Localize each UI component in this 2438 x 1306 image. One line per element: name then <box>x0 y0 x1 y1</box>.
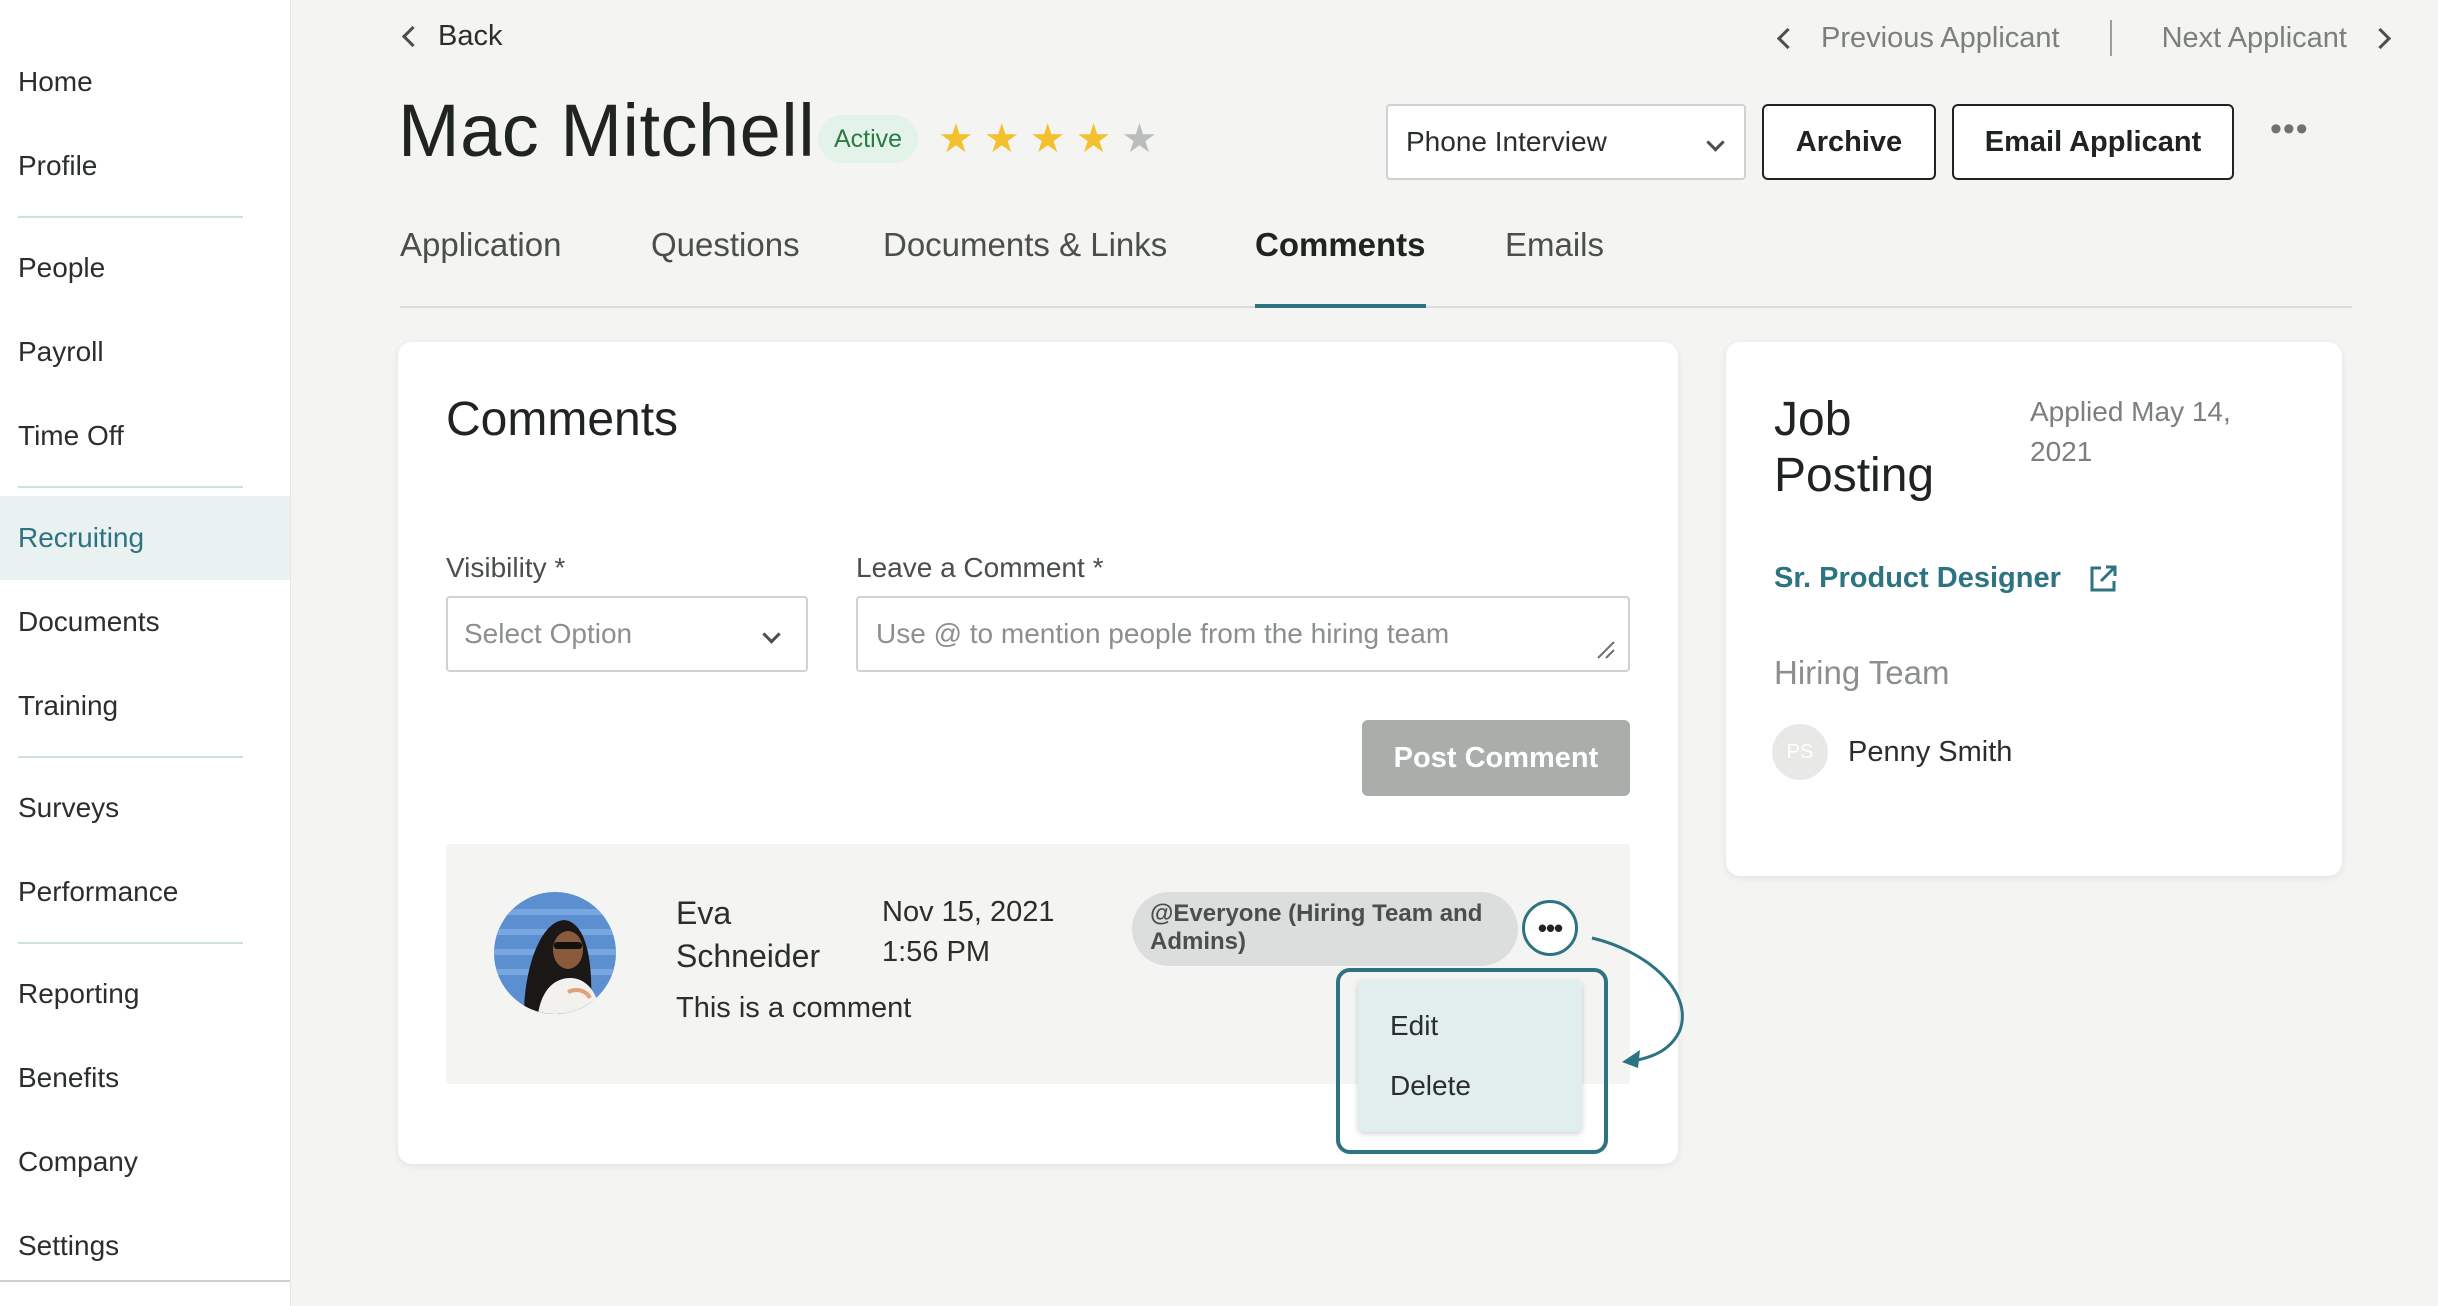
sidebar-item-label: Time Off <box>18 420 124 451</box>
star-icon[interactable]: ★ <box>938 117 974 161</box>
archive-button[interactable]: Archive <box>1762 104 1936 180</box>
sidebar-item-time-off[interactable]: Time Off <box>0 394 290 478</box>
star-icon[interactable]: ★ <box>1076 117 1112 161</box>
sidebar-item-surveys[interactable]: Surveys <box>0 766 290 850</box>
job-posting-title: Job Posting <box>1774 393 1935 502</box>
back-label: Back <box>438 20 503 52</box>
callout-arrow-icon <box>1591 936 1684 1068</box>
more-options-icon[interactable]: ••• <box>2270 110 2309 149</box>
visibility-select-placeholder: Select Option <box>464 618 633 649</box>
sidebar-item-documents[interactable]: Documents <box>0 580 290 664</box>
tab-application[interactable]: Application <box>400 226 561 306</box>
sidebar-item-label: Company <box>18 1146 138 1177</box>
job-posting-link[interactable]: Sr. Product Designer <box>1774 562 2119 595</box>
visibility-select[interactable]: Select Option <box>446 596 808 672</box>
sidebar-item-people[interactable]: People <box>0 226 290 310</box>
menu-item-edit[interactable]: Edit <box>1390 1010 1438 1042</box>
applicant-navigation: Previous Applicant Next Applicant <box>1776 20 2392 56</box>
sidebar-item-benefits[interactable]: Benefits <box>0 1036 290 1120</box>
sidebar-item-performance[interactable]: Performance <box>0 850 290 934</box>
post-comment-button[interactable]: Post Comment <box>1362 720 1630 796</box>
comment-time: 1:56 PM <box>882 936 990 968</box>
sidebar-item-label: Payroll <box>18 336 104 367</box>
comment-date: Nov 15, 2021 <box>882 896 1055 928</box>
star-icon[interactable]: ★ <box>1121 117 1157 161</box>
back-button[interactable]: Back <box>401 20 503 53</box>
sidebar-divider <box>0 1280 290 1282</box>
previous-applicant-button[interactable]: Previous Applicant <box>1776 21 2060 55</box>
comment-author: Eva Schneider <box>676 895 821 974</box>
next-applicant-label: Next Applicant <box>2161 21 2347 54</box>
sidebar-divider <box>18 486 243 488</box>
sidebar-item-label: Settings <box>18 1230 120 1261</box>
chevron-left-icon <box>401 25 424 48</box>
next-applicant-button[interactable]: Next Applicant <box>2161 21 2392 55</box>
comments-title: Comments <box>446 393 679 446</box>
sidebar-item-company[interactable]: Company <box>0 1120 290 1204</box>
comment-timestamp: Nov 15, 2021 1:56 PM <box>882 892 1055 972</box>
applied-date: Applied May 14, 2021 <box>2030 396 2231 467</box>
tab-emails[interactable]: Emails <box>1505 226 1604 306</box>
sidebar-divider <box>18 756 243 758</box>
previous-applicant-label: Previous Applicant <box>1821 21 2060 54</box>
sidebar-item-training[interactable]: Training <box>0 664 290 748</box>
comment-input[interactable] <box>856 596 1630 672</box>
star-icon[interactable]: ★ <box>984 117 1020 161</box>
star-icon[interactable]: ★ <box>1030 117 1066 161</box>
chevron-right-icon <box>2369 27 2392 49</box>
status-badge: Active <box>818 115 919 163</box>
sidebar-item-payroll[interactable]: Payroll <box>0 310 290 394</box>
member-name: Penny Smith <box>1848 735 2013 768</box>
avatar <box>494 892 616 1014</box>
menu-item-delete[interactable]: Delete <box>1390 1070 1471 1102</box>
tab-questions[interactable]: Questions <box>651 226 800 306</box>
sidebar-item-label: Home <box>18 66 93 97</box>
comment-actions-menu: Edit Delete <box>1358 980 1582 1132</box>
page-title: Mac Mitchell <box>398 89 816 172</box>
avatar: PS <box>1772 724 1828 780</box>
email-applicant-button[interactable]: Email Applicant <box>1952 104 2234 180</box>
comment-label: Leave a Comment * <box>856 552 1104 583</box>
sidebar-item-settings[interactable]: Settings <box>0 1204 290 1288</box>
divider <box>2109 20 2112 56</box>
sidebar-item-label: People <box>18 252 106 283</box>
hiring-team-label: Hiring Team <box>1774 654 1950 691</box>
tab-comments[interactable]: Comments <box>1255 226 1426 308</box>
sidebar-divider <box>18 942 243 944</box>
sidebar-item-recruiting[interactable]: Recruiting <box>0 496 290 580</box>
rating-stars[interactable]: ★ ★ ★ ★ ★ <box>938 117 1157 161</box>
comment-text: This is a comment <box>676 992 912 1024</box>
sidebar-item-label: Performance <box>18 876 179 907</box>
tab-documents-links[interactable]: Documents & Links <box>883 226 1167 306</box>
sidebar-item-home[interactable]: Home <box>0 40 290 124</box>
sidebar-item-label: Documents <box>18 606 160 637</box>
visibility-label: Visibility * <box>446 552 566 583</box>
job-title: Sr. Product Designer <box>1774 562 2061 594</box>
sidebar: Home Profile People Payroll Time Off Rec… <box>0 0 291 1306</box>
sidebar-item-label: Training <box>18 690 119 721</box>
chevron-left-icon <box>1776 27 1799 49</box>
chevron-down-icon <box>762 624 781 644</box>
visibility-badge: @Everyone (Hiring Team and Admins) <box>1132 892 1518 966</box>
resize-handle-icon[interactable] <box>1594 638 1616 660</box>
sidebar-divider <box>18 216 243 218</box>
external-link-icon <box>2090 565 2117 591</box>
stage-select-value: Phone Interview <box>1406 126 1607 157</box>
comment-more-button[interactable]: ••• <box>1522 900 1578 956</box>
sidebar-item-label: Benefits <box>18 1062 120 1093</box>
stage-select[interactable]: Phone Interview <box>1386 104 1746 180</box>
job-posting-card: Job Posting Applied May 14, 2021 Sr. Pro… <box>1726 342 2342 876</box>
sidebar-item-label: Surveys <box>18 792 120 823</box>
chevron-down-icon <box>1706 132 1725 152</box>
hiring-team-member: PS Penny Smith <box>1772 724 2012 780</box>
sidebar-item-reporting[interactable]: Reporting <box>0 952 290 1036</box>
sidebar-item-profile[interactable]: Profile <box>0 124 290 208</box>
sidebar-item-label: Profile <box>18 150 98 181</box>
sidebar-item-label: Reporting <box>18 978 140 1009</box>
tab-bar: Application Questions Documents & Links … <box>400 226 2352 308</box>
sidebar-item-label: Recruiting <box>18 522 145 553</box>
